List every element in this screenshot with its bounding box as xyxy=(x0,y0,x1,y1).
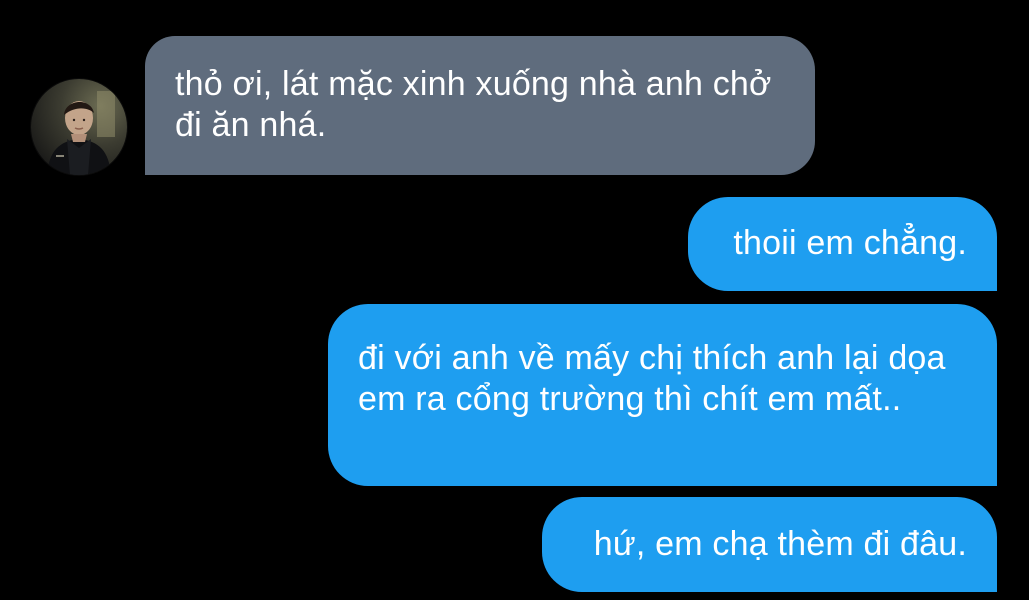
chat-thread: thỏ ơi, lát mặc xinh xuống nhà anh chở đ… xyxy=(0,0,1029,600)
message-text: thoii em chẳng. xyxy=(733,224,967,263)
message-text: hứ, em chạ thèm đi đâu. xyxy=(593,524,967,563)
message-bubble-outgoing[interactable]: thoii em chẳng. xyxy=(688,197,997,291)
message-bubble-outgoing[interactable]: hứ, em chạ thèm đi đâu. xyxy=(542,497,997,592)
avatar-photo-icon xyxy=(31,79,127,175)
message-text: thỏ ơi, lát mặc xinh xuống nhà anh chở đ… xyxy=(175,65,772,145)
message-bubble-outgoing[interactable]: đi với anh về mấy chị thích anh lại dọa … xyxy=(328,304,997,486)
message-text: đi với anh về mấy chị thích anh lại dọa … xyxy=(358,339,946,419)
contact-avatar[interactable] xyxy=(31,79,127,175)
message-bubble-incoming[interactable]: thỏ ơi, lát mặc xinh xuống nhà anh chở đ… xyxy=(145,36,815,175)
